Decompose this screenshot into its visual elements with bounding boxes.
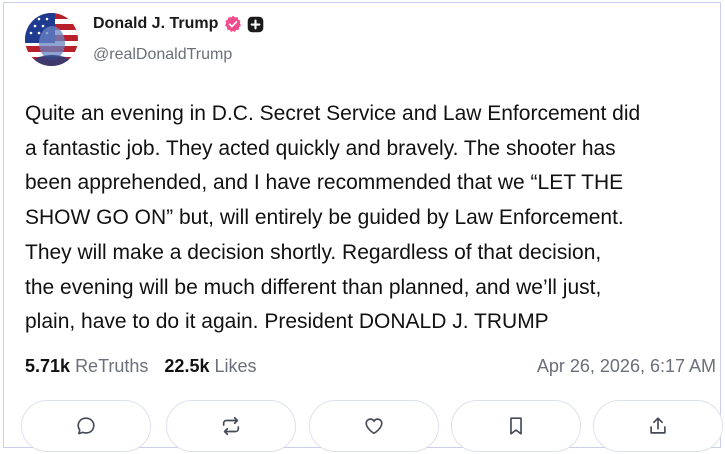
post-stats: 5.71k ReTruths 22.5k Likes [25, 356, 273, 377]
flag-portrait-avatar [25, 13, 78, 66]
reply-button[interactable] [21, 400, 151, 452]
author-handle[interactable]: @realDonaldTrump [93, 46, 232, 64]
share-icon [650, 417, 666, 434]
action-bar [21, 400, 723, 454]
post-timestamp[interactable]: Apr 26, 2026, 6:17 AM [537, 356, 716, 377]
share-button[interactable] [593, 400, 723, 452]
heart-icon [365, 418, 383, 435]
retruths-count: 5.71k [25, 356, 71, 376]
retruths-label: ReTruths [75, 356, 149, 376]
reply-icon [77, 417, 95, 435]
bookmark-icon [510, 417, 522, 435]
plus-badge-icon [248, 16, 264, 32]
author-avatar[interactable] [25, 13, 78, 66]
likes-stat[interactable]: 22.5k Likes [164, 356, 256, 377]
likes-label: Likes [214, 356, 257, 376]
like-button[interactable] [309, 400, 439, 452]
retruth-button[interactable] [166, 400, 296, 452]
likes-count: 22.5k [164, 356, 210, 376]
author-name-row: Donald J. Trump [93, 15, 264, 33]
retruths-stat[interactable]: 5.71k ReTruths [25, 356, 148, 377]
verified-badge-icon [225, 15, 242, 33]
bookmark-button[interactable] [451, 400, 581, 452]
post-text: Quite an evening in D.C. Secret Service … [25, 102, 641, 334]
author-name[interactable]: Donald J. Trump [93, 15, 218, 33]
post-card: Donald J. Trump @realDonaldTrump Quite a… [3, 2, 723, 452]
retruth-icon [222, 416, 240, 436]
